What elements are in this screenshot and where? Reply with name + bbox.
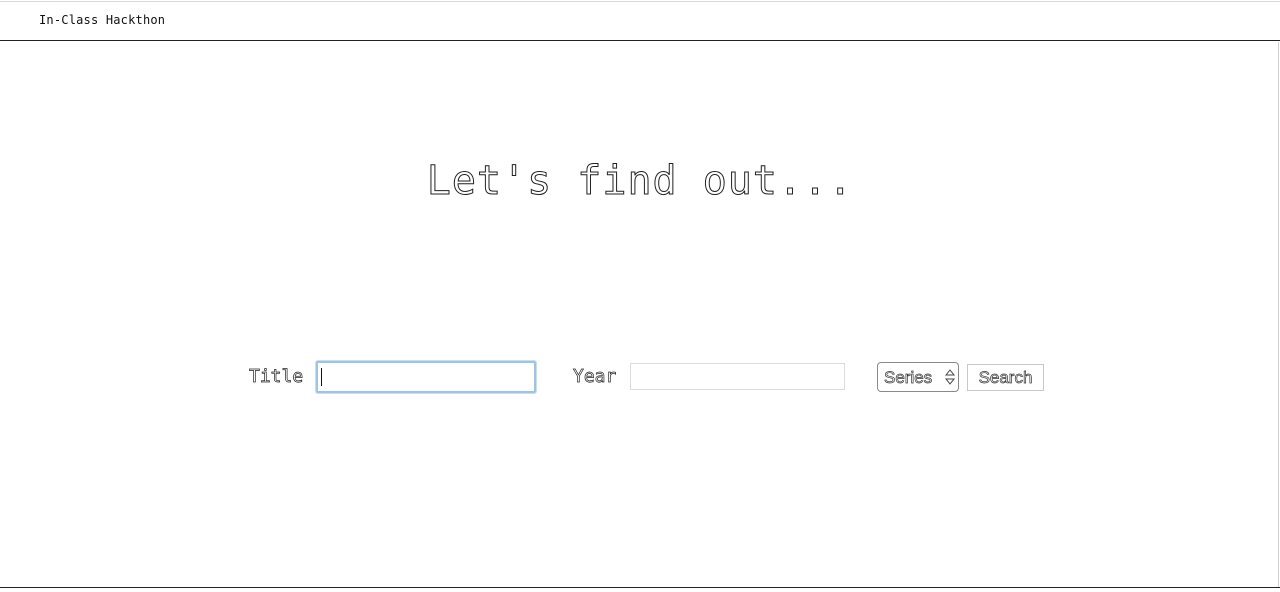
text-caret xyxy=(321,368,322,386)
type-select[interactable]: Series xyxy=(877,362,959,392)
navbar: In-Class Hackthon xyxy=(0,2,1280,41)
type-select-value: Series xyxy=(884,368,933,388)
year-label: Year xyxy=(573,366,617,388)
title-input[interactable] xyxy=(316,361,536,393)
search-button[interactable]: Search xyxy=(967,364,1044,391)
title-label: Title xyxy=(249,366,304,388)
search-form: Title Year Series Search xyxy=(0,361,1280,393)
navbar-brand[interactable]: In-Class Hackthon xyxy=(39,13,165,27)
up-down-arrows-icon xyxy=(944,369,956,385)
bottom-rule xyxy=(0,587,1280,588)
page-right-edge xyxy=(1278,42,1279,587)
year-input[interactable] xyxy=(630,363,845,390)
hero-heading: Let's find out... xyxy=(426,158,854,205)
